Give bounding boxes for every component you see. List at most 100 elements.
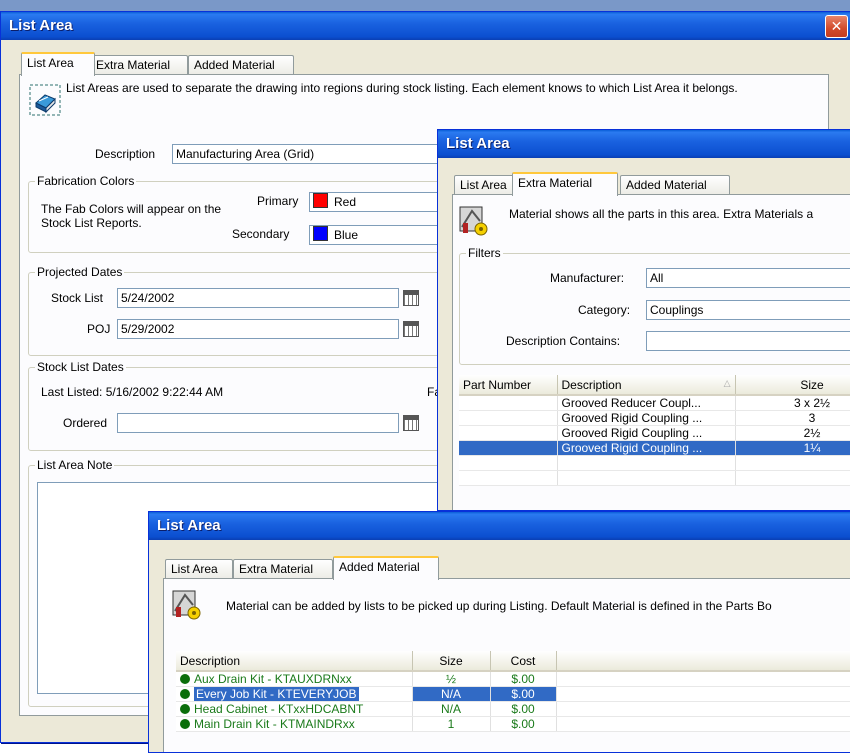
- description-cell: Every Job Kit - KTEVERYJOB: [194, 687, 359, 701]
- cost-cell: $.00: [490, 701, 557, 717]
- table-row-empty[interactable]: [459, 455, 850, 471]
- size-cell: 3 x 2½: [735, 395, 850, 411]
- stock-list-date-field[interactable]: 5/24/2002: [117, 288, 399, 308]
- description-contains-field[interactable]: [646, 331, 850, 351]
- column-header-description[interactable]: Description △: [557, 375, 736, 396]
- ordered-label: Ordered: [63, 416, 108, 430]
- poj-label: POJ: [87, 322, 111, 336]
- table-row-selected[interactable]: Grooved Rigid Coupling ... 1¼: [459, 440, 850, 456]
- status-dot-icon: [180, 674, 190, 684]
- category-label: Category:: [578, 303, 631, 317]
- extra-material-panel: Material shows all the parts in this are…: [452, 194, 850, 510]
- description-cell: Grooved Rigid Coupling ...: [557, 440, 736, 456]
- size-cell: 3: [735, 410, 850, 426]
- tab-extra-material[interactable]: Extra Material: [233, 559, 333, 579]
- title-bar: List Area: [1, 12, 850, 40]
- list-area-window-added-material: List Area List Area Extra Material Added…: [148, 511, 850, 753]
- cost-cell: $.00: [490, 686, 557, 702]
- filters-legend: Filters: [466, 246, 503, 260]
- size-cell: N/A: [412, 686, 491, 702]
- fabrication-colors-legend: Fabrication Colors: [35, 174, 137, 188]
- calendar-icon[interactable]: [403, 415, 419, 431]
- size-cell: 2½: [735, 425, 850, 441]
- tab-list-area[interactable]: List Area: [165, 559, 233, 579]
- added-material-panel: Material can be added by lists to be pic…: [163, 578, 850, 752]
- last-listed-text: Last Listed: 5/16/2002 9:22:44 AM: [41, 385, 224, 399]
- info-text: Material shows all the parts in this are…: [509, 207, 814, 221]
- description-field[interactable]: Manufacturing Area (Grid): [172, 144, 452, 164]
- size-cell: 1¼: [735, 440, 850, 456]
- size-cell: 1: [412, 716, 491, 732]
- filters-group: Filters Manufacturer: All Category: Coup…: [459, 246, 850, 365]
- book-icon: [29, 84, 61, 116]
- tab-strip: List Area Extra Material Added Material: [1, 52, 850, 76]
- table-row-selected[interactable]: Every Job Kit - KTEVERYJOB N/A $.00: [176, 686, 850, 702]
- tab-strip: List Area Extra Material Added Material: [149, 556, 850, 580]
- column-header-part-number[interactable]: Part Number: [459, 375, 558, 396]
- description-contains-label: Description Contains:: [506, 334, 621, 348]
- table-row[interactable]: Grooved Reducer Coupl... 3 x 2½: [459, 395, 850, 411]
- status-dot-icon: [180, 689, 190, 699]
- manufacturer-select[interactable]: All: [646, 268, 850, 288]
- part-number-cell: [459, 440, 558, 456]
- table-row[interactable]: Head Cabinet - KTxxHDCABNT N/A $.00: [176, 701, 850, 717]
- tab-added-material[interactable]: Added Material: [188, 55, 294, 75]
- window-title: List Area: [446, 135, 510, 152]
- cost-cell: $.00: [490, 716, 557, 732]
- description-cell: Main Drain Kit - KTMAINDRxx: [194, 717, 355, 731]
- column-header-description-label: Description: [561, 377, 622, 392]
- title-bar: List Area: [149, 512, 850, 540]
- table-row[interactable]: Grooved Rigid Coupling ... 2½: [459, 425, 850, 441]
- title-bar: List Area: [438, 130, 850, 158]
- column-header-cost[interactable]: Cost: [490, 651, 557, 672]
- column-header-size[interactable]: Size: [412, 651, 491, 672]
- window-title: List Area: [157, 517, 221, 534]
- table-row[interactable]: Grooved Rigid Coupling ... 3: [459, 410, 850, 426]
- column-header-size[interactable]: Size: [735, 375, 850, 396]
- window-title: List Area: [9, 17, 73, 34]
- status-dot-icon: [180, 719, 190, 729]
- secondary-color-value: Blue: [334, 228, 359, 242]
- part-number-cell: [459, 425, 558, 441]
- cost-cell: $.00: [490, 671, 557, 687]
- tab-strip: List Area Extra Material Added Material: [438, 172, 850, 196]
- material-icon: [459, 206, 488, 236]
- fabrication-colors-group: Fabrication Colors The Fab Colors will a…: [28, 174, 460, 253]
- description-label: Description: [95, 147, 156, 161]
- projected-dates-group: Projected Dates Stock List 5/24/2002 POJ…: [28, 265, 460, 356]
- secondary-label: Secondary: [232, 227, 290, 241]
- stock-list-dates-legend: Stock List Dates: [35, 360, 126, 374]
- manufacturer-label: Manufacturer:: [550, 271, 625, 285]
- calendar-icon[interactable]: [403, 290, 419, 306]
- tab-added-material[interactable]: Added Material: [333, 556, 439, 580]
- stock-list-dates-group: Stock List Dates Last Listed: 5/16/2002 …: [28, 360, 460, 451]
- table-row[interactable]: Main Drain Kit - KTMAINDRxx 1 $.00: [176, 716, 850, 732]
- size-cell: N/A: [412, 701, 491, 717]
- poj-date-field[interactable]: 5/29/2002: [117, 319, 399, 339]
- info-text: List Areas are used to separate the draw…: [66, 81, 738, 95]
- column-header-description[interactable]: Description: [176, 651, 413, 672]
- size-cell: ½: [412, 671, 491, 687]
- blue-swatch: [313, 226, 328, 241]
- table-row[interactable]: Aux Drain Kit - KTAUXDRNxx ½ $.00: [176, 671, 850, 687]
- tab-list-area[interactable]: List Area: [21, 52, 95, 76]
- primary-color-value: Red: [334, 195, 357, 209]
- status-dot-icon: [180, 704, 190, 714]
- description-cell: Head Cabinet - KTxxHDCABNT: [194, 702, 364, 716]
- table-row-empty[interactable]: [459, 470, 850, 486]
- tab-extra-material[interactable]: Extra Material: [512, 172, 618, 196]
- projected-dates-legend: Projected Dates: [35, 265, 125, 279]
- parts-table: Part Number Description △ Size Grooved Re…: [459, 375, 850, 486]
- description-cell: Aux Drain Kit - KTAUXDRNxx: [194, 672, 352, 686]
- red-swatch: [313, 193, 328, 208]
- ordered-date-field[interactable]: [117, 413, 399, 433]
- close-button[interactable]: ✕: [825, 15, 848, 38]
- primary-label: Primary: [257, 194, 299, 208]
- calendar-icon[interactable]: [403, 321, 419, 337]
- tab-added-material[interactable]: Added Material: [620, 175, 730, 195]
- added-material-table: Description Size Cost Aux Drain Kit - KT…: [176, 651, 850, 732]
- category-select[interactable]: Couplings: [646, 300, 850, 320]
- tab-extra-material[interactable]: Extra Material: [90, 55, 188, 75]
- list-area-window-extra-material: List Area List Area Extra Material Added…: [437, 129, 850, 511]
- description-cell: Grooved Rigid Coupling ...: [557, 410, 736, 426]
